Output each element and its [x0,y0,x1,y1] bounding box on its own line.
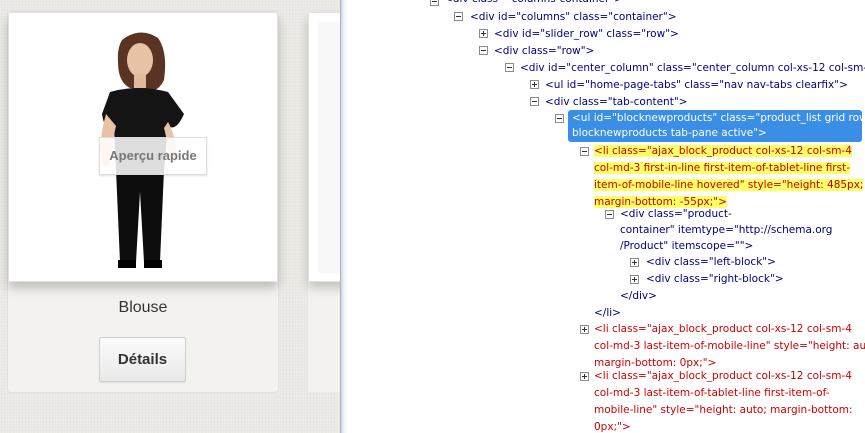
collapse-icon[interactable] [454,12,463,21]
product-image-frame[interactable]: Aperçu rapide [8,12,278,282]
tree-node-center-column[interactable]: <div id="center_column" class="center_co… [520,60,865,77]
expand-icon[interactable] [479,29,488,38]
tree-node-li-3-line-3[interactable]: mobile-line" style="height: auto; margin… [594,402,853,419]
tree-node-columns[interactable]: <div id="columns" class="container"> [470,9,677,26]
expand-icon[interactable] [630,275,639,284]
tree-node-product-container-line-3[interactable]: /Product" itemscope=""> [620,238,753,255]
tree-node-blocknewproducts-selected[interactable]: <ul id="blocknewproducts" class="product… [568,110,865,142]
tree-node-row[interactable]: <div class="row"> [494,43,594,60]
product-card[interactable]: Aperçu rapide Blouse Détails [8,12,278,392]
tree-node-li-hovered-line-1[interactable]: <li class="ajax_block_product col-xs-12 … [594,143,852,160]
expand-icon[interactable] [630,258,639,267]
collapse-icon[interactable] [605,210,614,219]
dom-tree-panel[interactable]: <div class="columns-container"> <div id=… [348,0,865,433]
tree-node-slider-row[interactable]: <div id="slider_row" class="row"> [494,26,679,43]
tree-node-li-2-line-1[interactable]: <li class="ajax_block_product col-xs-12 … [594,321,852,338]
collapse-icon[interactable] [580,147,589,156]
collapse-icon[interactable] [430,0,439,6]
next-product-card[interactable] [308,12,340,392]
tree-node-li-hovered-line-2[interactable]: col-md-3 first-in-line first-item-of-tab… [594,160,850,177]
collapse-icon[interactable] [505,63,514,72]
next-product-image [318,22,340,273]
tree-node-li-hovered-line-3[interactable]: item-of-mobile-line hovered" style="heig… [594,177,864,194]
tree-node-home-page-tabs[interactable]: <ul id="home-page-tabs" class="nav nav-t… [545,77,848,94]
expand-icon[interactable] [530,80,539,89]
tree-node-li-3-line-2[interactable]: col-md-3 last-item-of-tablet-line first-… [594,385,830,402]
product-image[interactable]: Aperçu rapide [18,22,269,273]
expand-icon[interactable] [580,325,589,334]
selected-node-line-2: blocknewproducts tab-pane active"> [572,127,767,139]
tree-node-tab-content[interactable]: <div class="tab-content"> [545,94,687,111]
tree-node-left-block[interactable]: <div class="left-block"> [646,254,776,271]
pane-divider[interactable] [340,0,348,433]
next-product-image-frame[interactable] [308,12,340,282]
details-button[interactable]: Détails [99,337,186,382]
shop-preview-pane: Aperçu rapide Blouse Détails [0,0,340,433]
collapse-icon[interactable] [530,97,539,106]
tree-node-li-2-line-2[interactable]: col-md-3 last-item-of-mobile-line" style… [594,338,865,355]
product-name-link[interactable]: Blouse [8,299,278,317]
tree-node-li-3-line-4[interactable]: 0px;"> [594,419,631,433]
tree-node-columns-container[interactable]: <div class="columns-container"> [444,0,623,8]
tree-node-li-3-line-1[interactable]: <li class="ajax_block_product col-xs-12 … [594,368,852,385]
collapse-icon[interactable] [479,46,488,55]
tree-node-right-block[interactable]: <div class="right-block"> [646,271,784,288]
tree-node-div-close: </div> [620,290,657,302]
tree-node-product-container-line-1[interactable]: <div class="product- [620,206,732,223]
expand-icon[interactable] [580,372,589,381]
tree-node-product-container-line-2[interactable]: container" itemtype="http://schema.org [620,222,832,239]
collapse-icon[interactable] [555,114,564,123]
tree-node-li-close: </li> [594,307,621,319]
quick-view-button[interactable]: Aperçu rapide [99,137,207,175]
